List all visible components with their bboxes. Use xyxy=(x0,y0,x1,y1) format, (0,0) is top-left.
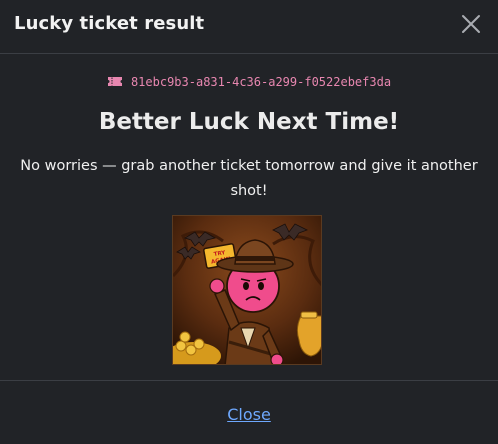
result-message: No worries — grab another ticket tomorro… xyxy=(20,158,478,199)
modal-footer: Close xyxy=(0,381,498,443)
modal-title: Lucky ticket result xyxy=(14,13,205,34)
ticket-id: 81ebc9b3-a831-4c36-a299-f0522ebef3da xyxy=(130,74,392,89)
close-icon[interactable] xyxy=(460,13,482,35)
ticket-row: 81ebc9b3-a831-4c36-a299-f0522ebef3da xyxy=(0,72,498,91)
lucky-ticket-modal: Lucky ticket result 81ebc9b3-a831-4c36-a… xyxy=(0,0,498,444)
result-headline: Better Luck Next Time! xyxy=(98,109,400,135)
result-illustration: TRY AGAIN xyxy=(172,215,322,365)
close-button[interactable]: Close xyxy=(0,405,498,424)
modal-header: Lucky ticket result xyxy=(0,0,498,54)
modal-body: 81ebc9b3-a831-4c36-a299-f0522ebef3da Bet… xyxy=(0,54,498,381)
ticket-icon xyxy=(107,72,123,91)
